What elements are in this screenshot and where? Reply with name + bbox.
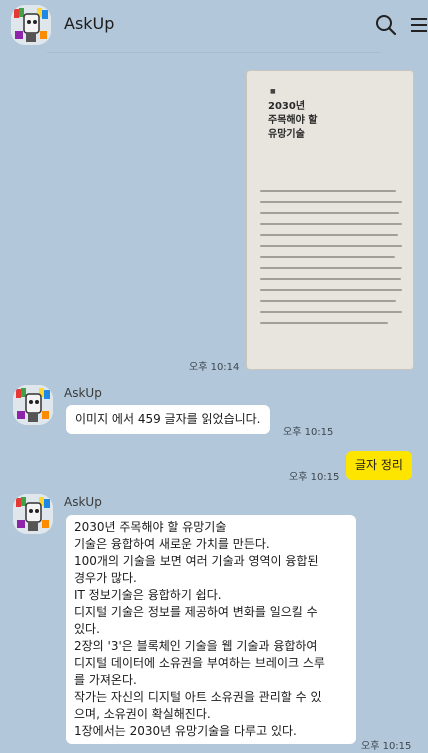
chat-header: AskUp: [0, 0, 428, 50]
message-line: 경우가 많다.: [74, 571, 137, 585]
message-line: 를 가져온다.: [74, 673, 137, 687]
image-heading-line: 주목해야 할: [268, 115, 318, 126]
message-line: 기술은 융합하여 새로운 가치를 만든다.: [74, 537, 270, 551]
message-line: 100개의 기술을 보면 여러 기술과 영역이 융합된: [74, 554, 319, 568]
sender-name: AskUp: [64, 495, 102, 509]
timestamp: 오후 10:14: [189, 362, 240, 373]
timestamp: 오후 10:15: [289, 472, 340, 483]
message-line: 1장에서는 2030년 유망기술을 다루고 있다.: [74, 724, 297, 738]
message-line: 디지털 기술은 정보를 제공하여 변화를 일으킬 수: [74, 605, 318, 619]
message-line: IT 정보기술은 융합하기 쉽다.: [74, 588, 222, 602]
my-message-bubble[interactable]: 글자 정리: [346, 451, 412, 480]
sent-image-message[interactable]: ■ 2030년 주목해야 할 유망기술: [246, 70, 414, 370]
timestamp: 오후 10:15: [361, 741, 412, 752]
message-line: 2장의 '3'은 블록체인 기술을 웹 기술과 융합하여: [74, 639, 318, 653]
search-icon[interactable]: [374, 13, 398, 37]
message-text: 이미지 에서 459 글자를 읽었습니다.: [75, 412, 261, 426]
message-bubble[interactable]: 이미지 에서 459 글자를 읽었습니다.: [66, 405, 270, 434]
timestamp: 오후 10:15: [283, 427, 334, 438]
avatar[interactable]: [13, 494, 53, 534]
message-line: 있다.: [74, 622, 100, 636]
menu-icon[interactable]: [408, 13, 428, 37]
message-text: 글자 정리: [355, 458, 403, 472]
message-line: 2030년 주목해야 할 유망기술: [74, 520, 227, 534]
image-heading-line: 유망기술: [268, 129, 305, 140]
message-line: 으며, 소유권이 확실해진다.: [74, 707, 211, 721]
avatar[interactable]: [11, 5, 51, 45]
image-bullet: ■: [270, 88, 276, 95]
message-line: 디지털 데이터에 소유권을 부여하는 브레이크 스루: [74, 656, 325, 670]
image-heading-line: 2030년: [268, 101, 306, 112]
message-line: 작가는 자신의 디지털 아트 소유권을 관리할 수 있: [74, 690, 322, 704]
image-heading: 2030년 주목해야 할 유망기술: [268, 100, 388, 142]
image-body-text: [260, 190, 402, 333]
sender-name: AskUp: [64, 386, 102, 400]
header-divider: [47, 52, 381, 53]
chat-title: AskUp: [64, 14, 115, 33]
avatar[interactable]: [13, 385, 53, 425]
message-bubble[interactable]: 2030년 주목해야 할 유망기술 기술은 융합하여 새로운 가치를 만든다. …: [66, 515, 356, 744]
